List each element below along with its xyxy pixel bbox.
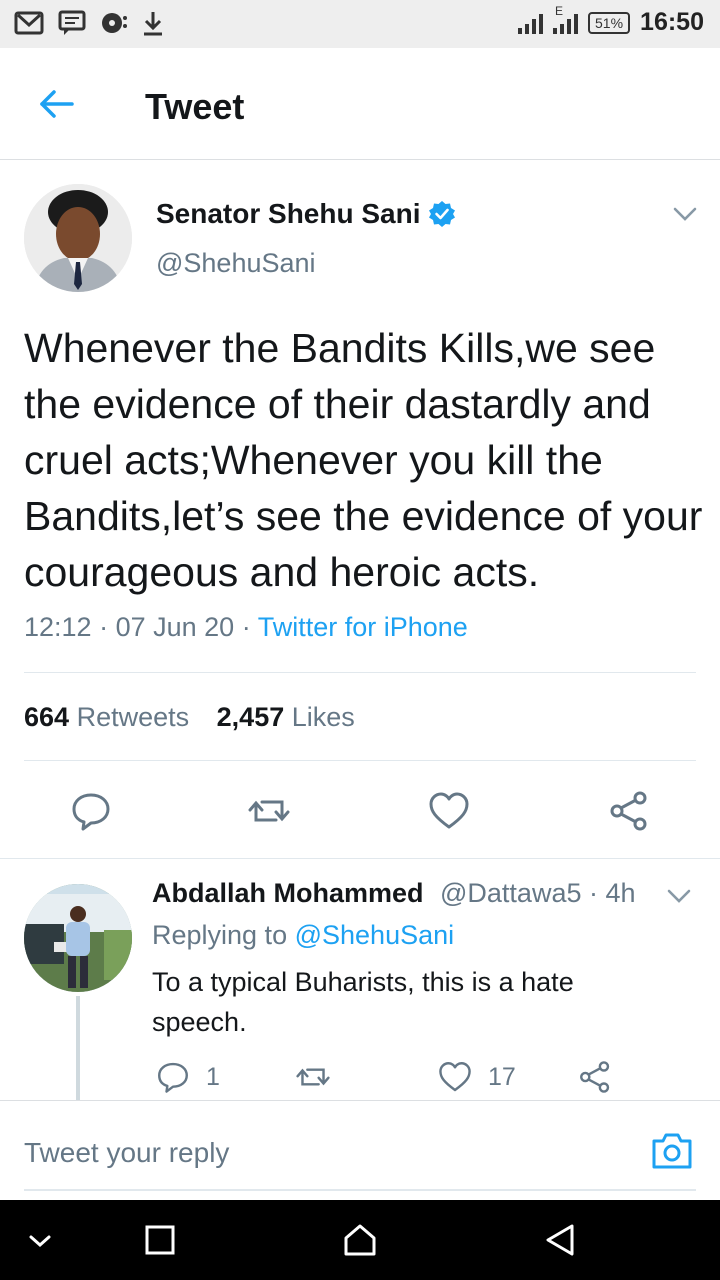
reply-input[interactable]: Tweet your reply bbox=[24, 1137, 229, 1169]
tweet-text: Whenever the Bandits Kills,we see the ev… bbox=[24, 325, 703, 595]
retweet-icon bbox=[296, 1068, 330, 1086]
reply-share-action[interactable] bbox=[578, 1060, 612, 1094]
likes-stat[interactable]: 2,457 Likes bbox=[217, 702, 355, 732]
tweet-stats: 664 Retweets 2,457 Likes bbox=[24, 702, 355, 733]
system-status: E 51% 16:50 bbox=[518, 4, 704, 37]
author-avatar[interactable] bbox=[24, 184, 132, 292]
system-navigation-bar bbox=[0, 1200, 720, 1280]
tweet-date: 07 Jun 20 bbox=[115, 612, 235, 642]
avatar-photo bbox=[24, 884, 132, 992]
reply-like-action[interactable]: 17 bbox=[438, 1060, 516, 1094]
share-icon[interactable] bbox=[608, 790, 650, 832]
notification-icons bbox=[14, 10, 164, 36]
back-triangle-icon[interactable] bbox=[540, 1220, 580, 1260]
like-heart-icon bbox=[439, 1062, 471, 1092]
reply-handle[interactable]: @Dattawa5 bbox=[440, 878, 581, 908]
chevron-down-icon[interactable] bbox=[672, 204, 698, 224]
media-icon bbox=[102, 13, 127, 33]
reply-retweet-action[interactable] bbox=[296, 1060, 330, 1094]
reply-icon bbox=[158, 1062, 188, 1093]
replying-to: Replying to @ShehuSani bbox=[152, 920, 455, 950]
message-icon bbox=[58, 10, 86, 35]
page-title: Tweet bbox=[145, 86, 245, 127]
retweet-icon[interactable] bbox=[248, 790, 290, 832]
chevron-down-icon[interactable] bbox=[20, 1220, 60, 1260]
reply-reply-action[interactable]: 1 bbox=[156, 1060, 220, 1094]
avatar-photo bbox=[24, 184, 132, 292]
reply-age: 4h bbox=[605, 878, 636, 908]
reply-count: 1 bbox=[206, 1062, 220, 1091]
thread-line bbox=[76, 996, 80, 1100]
author-handle[interactable]: @ShehuSani bbox=[156, 248, 316, 279]
status-bar: E 51% 16:50 bbox=[0, 0, 720, 48]
back-arrow-icon[interactable] bbox=[36, 84, 76, 124]
gmail-icon bbox=[14, 11, 44, 35]
retweets-stat[interactable]: 664 Retweets bbox=[24, 702, 189, 732]
tweet-meta: 12:12 · 07 Jun 20 · Twitter for iPhone bbox=[24, 612, 468, 642]
home-icon[interactable] bbox=[340, 1220, 380, 1260]
divider bbox=[24, 760, 696, 761]
clock: 16:50 bbox=[640, 8, 704, 36]
reply-composer: Tweet your reply bbox=[0, 1100, 720, 1200]
signal-icon bbox=[518, 12, 544, 34]
reply-handle-and-age: @Dattawa5 · 4h bbox=[440, 878, 636, 908]
replying-to-handle-link[interactable]: @ShehuSani bbox=[295, 920, 455, 950]
share-icon bbox=[580, 1061, 610, 1093]
reply-icon[interactable] bbox=[70, 790, 112, 832]
reply-author-avatar[interactable] bbox=[24, 884, 132, 992]
recent-apps-icon[interactable] bbox=[140, 1220, 180, 1260]
signal-e-icon: E bbox=[553, 4, 579, 34]
like-heart-icon[interactable] bbox=[428, 790, 470, 832]
reply-text: To a typical Buharists, this is a hate s… bbox=[152, 967, 574, 1037]
tweet-time: 12:12 bbox=[24, 612, 92, 642]
like-count: 17 bbox=[488, 1062, 516, 1091]
reply-input-underline bbox=[24, 1189, 696, 1191]
battery-indicator: 51% bbox=[588, 11, 631, 34]
divider bbox=[24, 672, 696, 673]
chevron-down-icon[interactable] bbox=[666, 886, 692, 906]
reply-author-name[interactable]: Abdallah Mohammed bbox=[152, 878, 424, 909]
download-icon bbox=[144, 12, 162, 36]
camera-icon[interactable] bbox=[650, 1131, 694, 1171]
app-header: Tweet bbox=[0, 48, 720, 160]
verified-badge-icon bbox=[429, 201, 455, 227]
divider bbox=[0, 858, 720, 859]
author-name[interactable]: Senator Shehu Sani bbox=[156, 198, 421, 230]
tweet-source-link[interactable]: Twitter for iPhone bbox=[258, 612, 468, 642]
